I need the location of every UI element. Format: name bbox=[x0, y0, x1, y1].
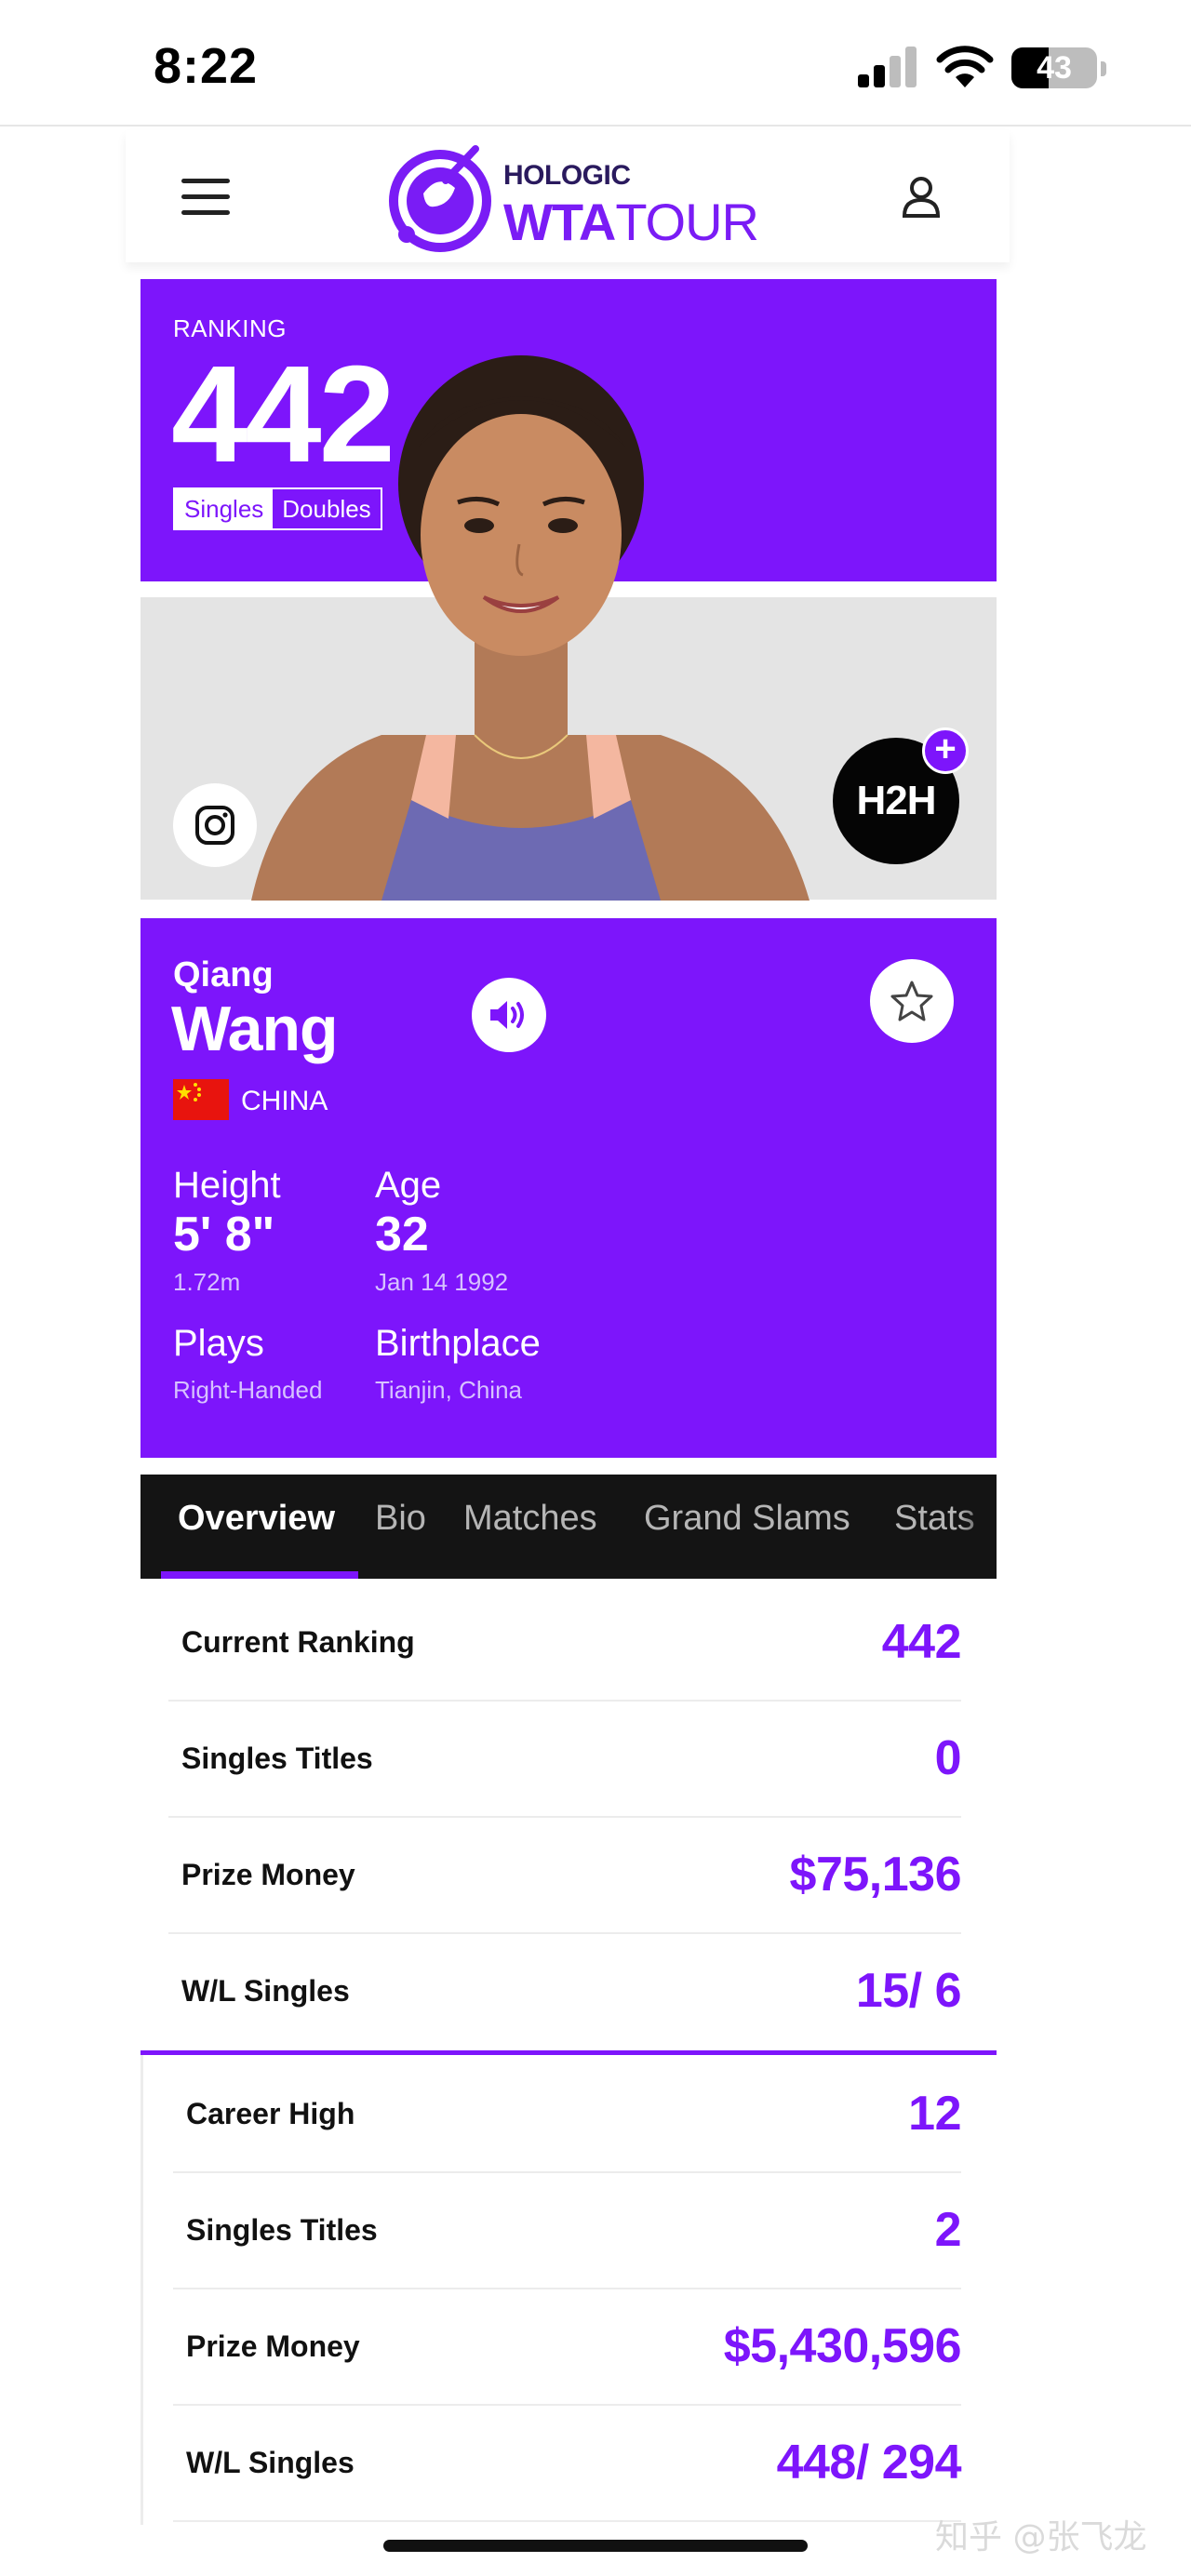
tab-matches[interactable]: Matches bbox=[463, 1499, 597, 1539]
age-label: Age bbox=[375, 1165, 442, 1206]
zhihu-watermark: 知乎 @张飞龙 bbox=[935, 2518, 1147, 2556]
wta-logo-mark-icon bbox=[389, 145, 491, 252]
plays-label: Plays bbox=[173, 1323, 264, 1364]
stat-value: 442 bbox=[881, 1615, 962, 1669]
career-divider bbox=[141, 2050, 997, 2055]
stat-value: $5,430,596 bbox=[723, 2319, 962, 2373]
status-time: 8:22 bbox=[154, 38, 259, 94]
wifi-icon bbox=[936, 46, 994, 87]
site-header: HOLOGIC WTATOUR bbox=[126, 130, 1010, 262]
player-portrait bbox=[251, 355, 810, 901]
player-last-name: Wang bbox=[171, 994, 339, 1064]
age-value: 32 bbox=[375, 1208, 429, 1261]
stat-row-career-wl-singles: W/L Singles 448/ 294 bbox=[173, 2407, 962, 2522]
pronunciation-button[interactable] bbox=[472, 978, 546, 1052]
stat-label: Prize Money bbox=[181, 1858, 355, 1891]
cellular-signal-icon bbox=[858, 45, 919, 87]
logo-wta-tour: WTATOUR bbox=[503, 193, 759, 251]
stat-row-singles-titles: Singles Titles 0 bbox=[168, 1702, 962, 1818]
stat-row-career-prize-money: Prize Money $5,430,596 bbox=[173, 2290, 962, 2406]
height-label: Height bbox=[173, 1165, 281, 1206]
birthplace-value: Tianjin, China bbox=[375, 1376, 523, 1404]
stat-value: $75,136 bbox=[789, 1848, 962, 1902]
china-flag-icon bbox=[173, 1079, 229, 1120]
tab-overview[interactable]: Overview bbox=[178, 1499, 335, 1539]
stat-value: 15/ 6 bbox=[855, 1964, 962, 2018]
height-metric: 1.72m bbox=[173, 1268, 241, 1296]
favorite-button[interactable] bbox=[870, 959, 954, 1043]
battery-percent: 43 bbox=[1037, 49, 1072, 86]
instagram-icon bbox=[195, 806, 234, 845]
status-bar: 8:22 43 bbox=[0, 0, 1191, 127]
tab-grand-slams[interactable]: Grand Slams bbox=[644, 1499, 850, 1539]
stat-row-career-high: Career High 12 bbox=[173, 2058, 961, 2173]
h2h-add-icon[interactable]: + bbox=[922, 727, 969, 774]
active-tab-indicator bbox=[161, 1571, 358, 1579]
player-country: CHINA bbox=[241, 1086, 328, 1116]
user-icon[interactable] bbox=[898, 173, 944, 220]
stat-label: Prize Money bbox=[186, 2329, 360, 2363]
stat-label: Singles Titles bbox=[186, 2213, 378, 2247]
profile-tabs: Overview Bio Matches Grand Slams Stats bbox=[141, 1475, 997, 1579]
birth-date: Jan 14 1992 bbox=[375, 1268, 509, 1296]
stat-label: Current Ranking bbox=[181, 1625, 415, 1659]
stat-value: 2 bbox=[934, 2203, 962, 2257]
stat-label: Singles Titles bbox=[181, 1742, 373, 1775]
hamburger-icon[interactable] bbox=[181, 179, 230, 216]
plays-value: Right-Handed bbox=[173, 1376, 323, 1404]
speaker-icon bbox=[490, 1001, 524, 1029]
home-indicator[interactable] bbox=[383, 2540, 808, 2552]
stat-value: 448/ 294 bbox=[776, 2436, 962, 2489]
stat-row-prize-money: Prize Money $75,136 bbox=[168, 1819, 962, 1934]
stat-row-current-ranking: Current Ranking 442 bbox=[168, 1586, 962, 1702]
birthplace-label: Birthplace bbox=[375, 1323, 541, 1364]
stat-label: W/L Singles bbox=[186, 2446, 355, 2479]
height-value: 5' 8" bbox=[173, 1208, 275, 1261]
stat-value: 12 bbox=[908, 2087, 961, 2141]
logo-hologic: HOLOGIC bbox=[503, 160, 631, 191]
instagram-button[interactable] bbox=[173, 783, 257, 867]
player-first-name: Qiang bbox=[173, 955, 274, 994]
wta-logo[interactable]: HOLOGIC WTATOUR bbox=[386, 140, 759, 255]
stat-value: 0 bbox=[934, 1731, 962, 1785]
stat-label: W/L Singles bbox=[181, 1974, 350, 2008]
player-info-card: Qiang Wang CHINA Height 5' 8" 1.72m Age … bbox=[141, 918, 997, 1458]
battery-icon: 43 bbox=[1011, 47, 1097, 88]
star-icon bbox=[890, 981, 933, 1021]
stat-label: Career High bbox=[186, 2097, 355, 2130]
tab-bio[interactable]: Bio bbox=[375, 1499, 426, 1539]
stat-row-wl-singles: W/L Singles 15/ 6 bbox=[168, 1935, 962, 2050]
stat-row-career-singles-titles: Singles Titles 2 bbox=[173, 2174, 962, 2289]
